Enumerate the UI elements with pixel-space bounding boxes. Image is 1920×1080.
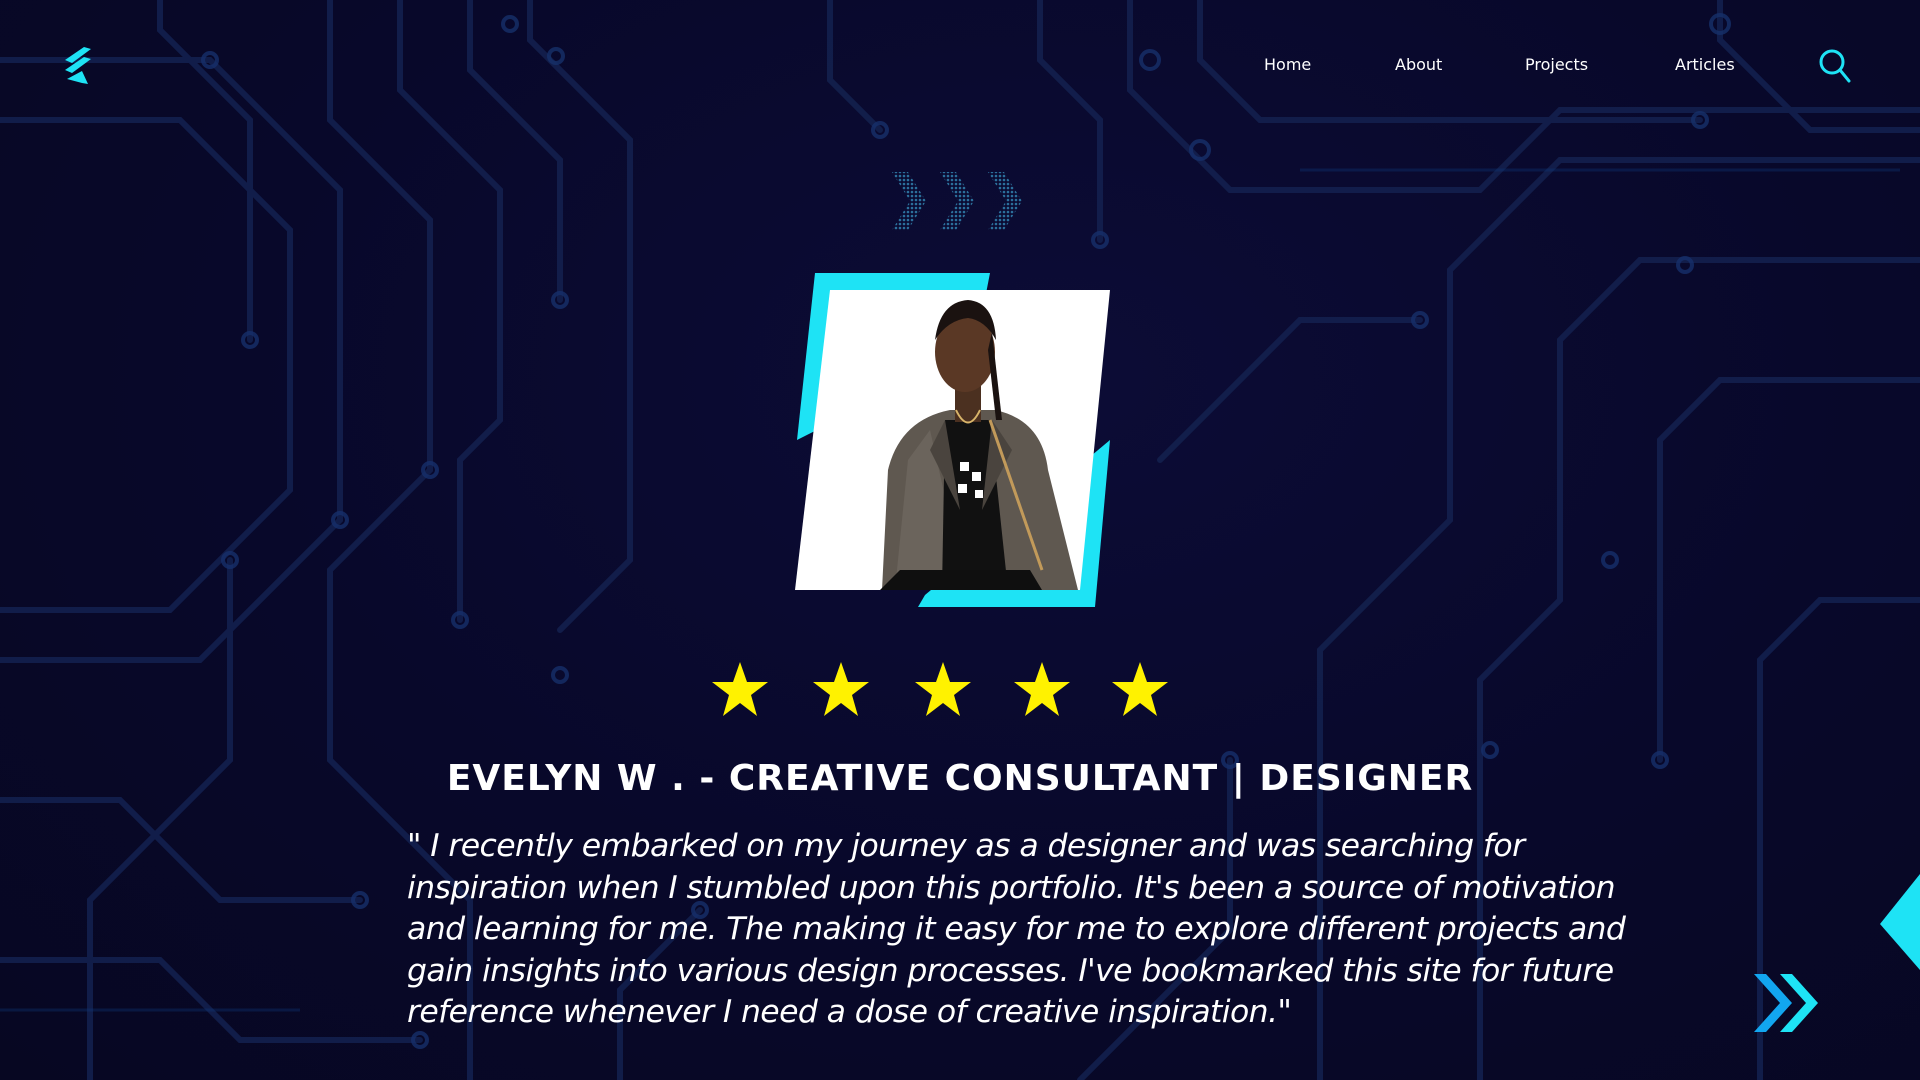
quote-line: and learning for me. The making it easy … xyxy=(407,911,1626,947)
star-icon xyxy=(712,662,768,716)
quote-line: reference whenever I need a dose of crea… xyxy=(407,994,1292,1030)
testimonial-quote: " I recently embarked on my journey as a… xyxy=(407,826,1627,1034)
reviewer-photo xyxy=(795,273,1110,607)
nav-projects-link[interactable]: Projects xyxy=(1525,55,1588,74)
quote-line: inspiration when I stumbled upon this po… xyxy=(407,869,1616,906)
search-icon[interactable] xyxy=(1818,48,1852,84)
testimonial-page: Home About Projects Articles EVELYN W . … xyxy=(0,0,1920,1080)
double-chevron-right-icon[interactable] xyxy=(1752,970,1822,1036)
main-nav: Home About Projects Articles xyxy=(0,55,1920,79)
star-icon xyxy=(813,662,869,716)
star-icon xyxy=(1014,662,1070,716)
nav-about-link[interactable]: About xyxy=(1395,55,1442,74)
quote-line: gain insights into various design proces… xyxy=(407,952,1614,989)
star-icon xyxy=(915,662,971,716)
star-rating xyxy=(0,660,1920,730)
nav-articles-link[interactable]: Articles xyxy=(1675,55,1735,74)
reviewer-name: EVELYN W . - CREATIVE CONSULTANT | DESIG… xyxy=(446,758,1474,799)
star-icon xyxy=(1112,662,1168,716)
quote-line: " I recently embarked on my journey as a… xyxy=(407,828,1525,864)
corner-triangle-decoration xyxy=(1880,874,1920,970)
nav-home-link[interactable]: Home xyxy=(1264,55,1311,74)
chevrons-decoration-icon xyxy=(892,172,1022,230)
